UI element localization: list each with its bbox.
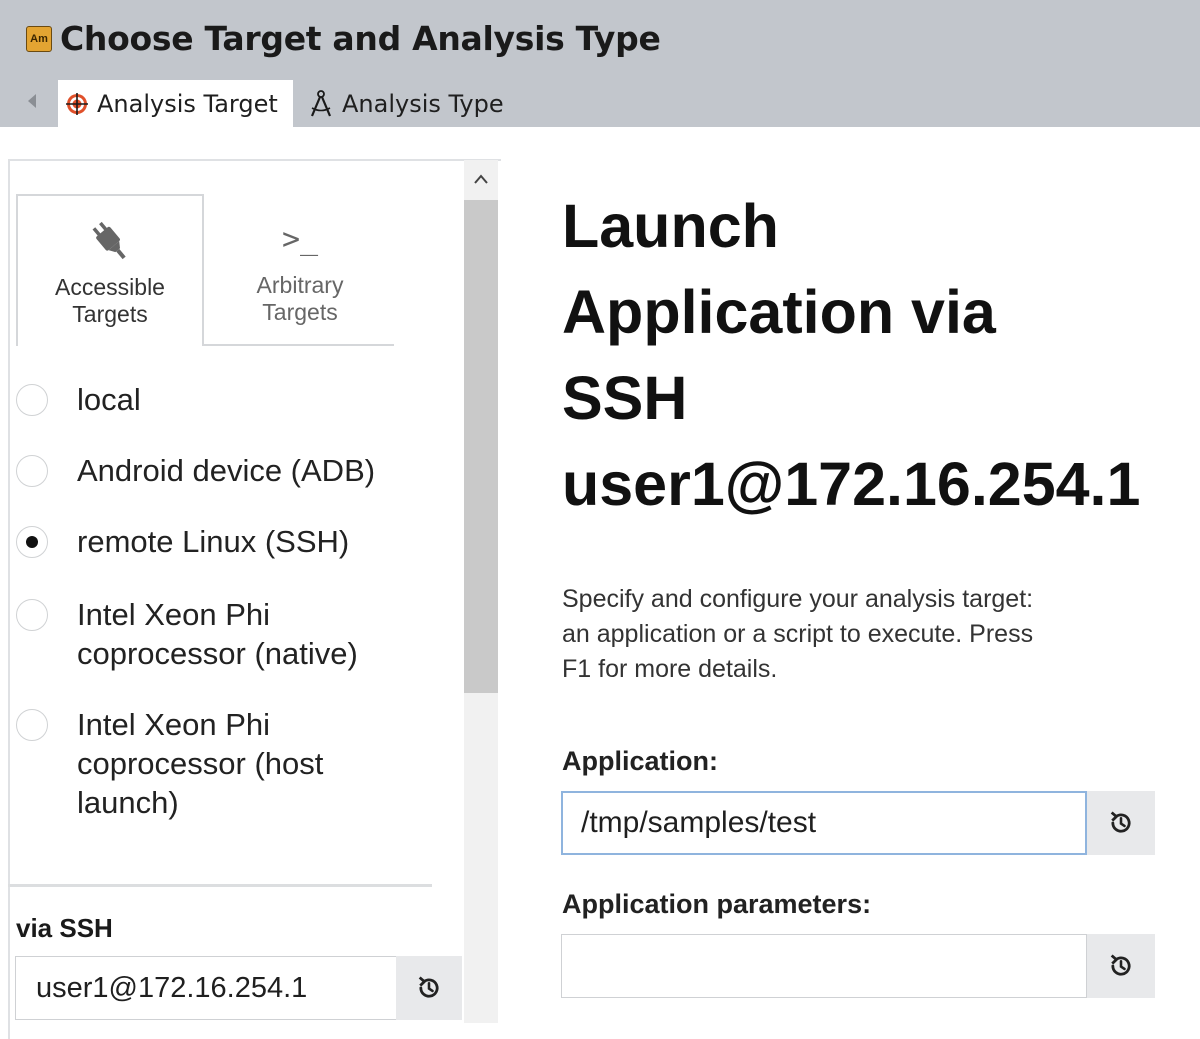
radio-label-line: remote Linux (SSH): [77, 524, 350, 559]
radio-label: local: [77, 380, 141, 419]
prompt-glyph: >_: [281, 221, 319, 257]
radio-label-line: coprocessor (native): [77, 636, 358, 671]
radio-label: Intel Xeon Phi coprocessor (host launch): [77, 705, 323, 822]
dialog-title-bar: Am Choose Target and Analysis Type: [26, 19, 661, 58]
radio-label-line: Android device (ADB): [77, 453, 376, 488]
target-icon: [65, 92, 89, 116]
heading-line: Application via: [562, 278, 996, 346]
radio-label: Android device (ADB): [77, 451, 375, 490]
tab-arbitrary-targets[interactable]: >_ Arbitrary Targets: [206, 194, 394, 346]
radio-option-local[interactable]: local: [16, 380, 141, 419]
radio-label: remote Linux (SSH): [77, 522, 349, 561]
radio-button[interactable]: [16, 455, 48, 487]
tab-label-line: Accessible: [55, 274, 165, 300]
application-history-button[interactable]: [1087, 791, 1155, 855]
tab-analysis-target[interactable]: Analysis Target: [58, 80, 293, 127]
application-parameters-label: Application parameters:: [562, 889, 872, 919]
terminal-prompt-icon: >_: [206, 216, 394, 262]
application-input[interactable]: /tmp/samples/test: [561, 791, 1087, 855]
scrollbar-thumb[interactable]: [464, 200, 498, 693]
radio-label-line: Intel Xeon Phi: [77, 597, 271, 632]
via-ssh-label: via SSH: [16, 913, 113, 943]
radio-button[interactable]: [16, 384, 48, 416]
plug-icon: [18, 218, 202, 264]
tab-label-line: Targets: [72, 301, 148, 327]
ssh-destination-input[interactable]: user1@172.16.254.1: [15, 956, 396, 1020]
parameters-history-button[interactable]: [1087, 934, 1155, 998]
section-divider: [8, 884, 432, 887]
radio-label-line: launch): [77, 785, 179, 820]
application-label: Application:: [562, 746, 718, 776]
ssh-history-button[interactable]: [396, 956, 462, 1020]
tab-analysis-type-label: Analysis Type: [342, 89, 504, 118]
radio-option-remote-linux-ssh[interactable]: remote Linux (SSH): [16, 522, 349, 561]
tab-scroll-left-icon[interactable]: [28, 94, 36, 108]
compass-icon: [308, 89, 334, 118]
radio-button[interactable]: [16, 599, 48, 631]
description-line: F1 for more details.: [562, 655, 778, 683]
radio-option-xeon-phi-host-launch[interactable]: Intel Xeon Phi coprocessor (host launch): [16, 705, 323, 822]
history-icon: [418, 976, 439, 998]
radio-option-android-adb[interactable]: Android device (ADB): [16, 451, 375, 490]
radio-button-selected[interactable]: [16, 526, 48, 558]
description-line: an application or a script to execute. P…: [562, 620, 1034, 648]
tab-underline: [204, 344, 394, 346]
heading-line: SSH: [562, 364, 688, 432]
breadcrumb-tabs: Analysis Target Analysis Type: [0, 80, 1200, 127]
radio-button[interactable]: [16, 709, 48, 741]
page-heading: Launch Application via SSH user1@172.16.…: [562, 183, 1192, 527]
tab-arbitrary-targets-label: Arbitrary Targets: [206, 272, 394, 326]
scroll-up-arrow-icon[interactable]: [474, 174, 488, 184]
dialog-title: Choose Target and Analysis Type: [60, 19, 661, 58]
radio-label-line: local: [77, 382, 141, 417]
radio-label: Intel Xeon Phi coprocessor (native): [77, 595, 358, 673]
tab-analysis-type[interactable]: Analysis Type: [308, 80, 504, 127]
radio-label-line: coprocessor (host: [77, 746, 324, 781]
tab-label-line: Arbitrary: [256, 272, 344, 298]
radio-option-xeon-phi-native[interactable]: Intel Xeon Phi coprocessor (native): [16, 595, 358, 673]
tab-analysis-target-label: Analysis Target: [97, 89, 278, 118]
heading-line: Launch: [562, 192, 779, 260]
application-parameters-input[interactable]: [561, 934, 1087, 998]
dialog-header: Am Choose Target and Analysis Type Analy…: [0, 0, 1200, 127]
history-icon: [1110, 954, 1131, 976]
amplifier-app-icon: Am: [26, 25, 52, 52]
history-icon: [1110, 811, 1131, 833]
heading-line: user1@172.16.254.1: [562, 450, 1141, 518]
page-description: Specify and configure your analysis targ…: [562, 582, 1162, 687]
tab-label-line: Targets: [262, 299, 338, 325]
description-line: Specify and configure your analysis targ…: [562, 585, 1034, 613]
tab-accessible-targets[interactable]: Accessible Targets: [16, 194, 204, 346]
tab-accessible-targets-label: Accessible Targets: [18, 274, 202, 328]
radio-label-line: Intel Xeon Phi: [77, 707, 271, 742]
